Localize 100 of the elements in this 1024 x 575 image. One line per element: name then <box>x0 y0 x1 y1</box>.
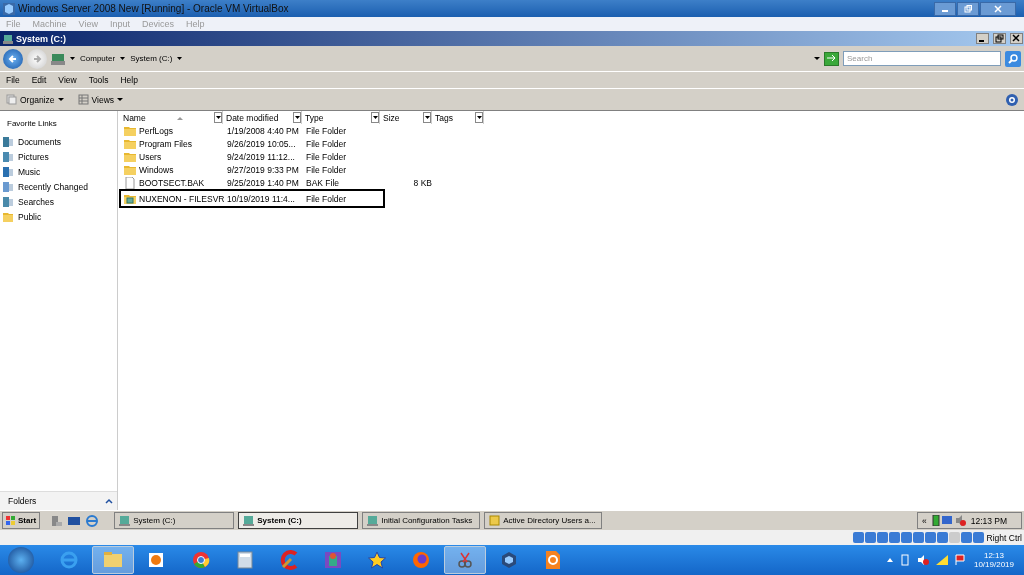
file-row-name[interactable]: Program Files <box>122 137 225 150</box>
clock-time: 12:13 <box>983 551 1004 560</box>
search-button[interactable] <box>1005 50 1021 67</box>
sidebar-title: Favorite Links <box>6 118 58 130</box>
table-cell-text: 9/26/2019 10:05... <box>226 138 297 149</box>
file-row-name[interactable]: BOOTSECT.BAK <box>122 176 225 189</box>
back-button[interactable] <box>3 48 23 69</box>
pages-icon <box>6 94 17 105</box>
close-icon <box>994 4 1002 13</box>
table-cell-text: File Folder <box>305 125 348 136</box>
server-manager-icon <box>50 514 63 527</box>
clock-date: 10/19/2019 <box>973 560 1014 569</box>
caret-icon <box>372 115 378 120</box>
folder-icon <box>124 137 136 150</box>
column-dropdown[interactable] <box>214 112 222 123</box>
caret-icon <box>215 115 221 120</box>
restore-button[interactable] <box>993 33 1006 44</box>
refresh-button[interactable] <box>824 51 839 66</box>
menu-item[interactable]: Help <box>120 75 138 85</box>
start-orb[interactable] <box>8 547 34 573</box>
sidebar-label: Recently Changed <box>18 181 88 192</box>
restore-icon <box>995 34 1004 43</box>
folder-icon <box>124 163 136 176</box>
file-name: BOOTSECT.BAK <box>139 177 205 188</box>
caret-icon <box>57 97 64 102</box>
help-button[interactable] <box>1006 93 1018 106</box>
column-label: Type <box>305 112 324 123</box>
sidebar-item[interactable]: Searches <box>0 194 117 209</box>
tray-clock: 12:13 PM <box>970 515 1008 526</box>
sidebar-label: Searches <box>18 196 54 207</box>
window-icon <box>243 515 255 526</box>
menu-item[interactable]: Edit <box>31 75 47 85</box>
back-arrow-icon <box>8 53 18 64</box>
taskbar-button[interactable]: System (C:) <box>114 512 235 529</box>
window-icon <box>367 515 379 526</box>
folder-icon <box>103 550 123 570</box>
file-row-name[interactable]: NUXENON - FILESVR <box>122 192 225 205</box>
window-icon <box>119 515 131 526</box>
file-row-name[interactable]: Windows <box>122 163 225 176</box>
folder-icon <box>124 124 136 137</box>
sidebar-label: Public <box>18 211 42 222</box>
clock[interactable]: 12:13 10/19/2019 <box>973 551 1014 569</box>
column-label: Name <box>123 112 146 123</box>
round-browser-icon <box>191 550 211 570</box>
caret-icon <box>294 115 300 120</box>
table-cell-text: 10/19/2019 11:4... <box>226 193 296 204</box>
caret-icon <box>120 56 126 61</box>
organize-menu[interactable]: Organize <box>20 94 55 105</box>
column-header[interactable]: Name <box>120 111 223 124</box>
folders-toggle[interactable]: Folders <box>8 496 37 506</box>
taskbar-button[interactable]: Initial Configuration Tasks <box>362 512 481 529</box>
column-dropdown[interactable] <box>293 112 301 123</box>
file-row-name[interactable]: Users <box>122 150 225 163</box>
taskbar-button[interactable]: System (C:) <box>238 512 359 529</box>
sidebar-item[interactable]: Public <box>0 209 117 224</box>
tray-expand-button[interactable]: « <box>922 515 927 526</box>
grid-icon <box>77 94 89 105</box>
taskbar-button[interactable]: Active Directory Users a... <box>484 512 603 529</box>
start-button[interactable]: Start <box>2 512 41 529</box>
table-cell-text: File Folder <box>305 138 348 149</box>
forward-arrow-icon <box>32 53 42 64</box>
column-header[interactable]: Date modified <box>223 111 302 124</box>
sidebar-item[interactable]: Documents <box>0 134 117 149</box>
console-icon <box>68 514 81 527</box>
window-title: System (C:) <box>16 33 67 44</box>
sidebar-label: Pictures <box>18 151 49 162</box>
column-header[interactable]: Type <box>302 111 380 124</box>
file-row-name[interactable]: PerfLogs <box>122 124 225 137</box>
breadcrumb[interactable]: Computer <box>80 54 116 63</box>
note-icon <box>489 515 501 526</box>
column-dropdown[interactable] <box>475 112 483 123</box>
table-cell-text: 8 KB <box>412 177 433 188</box>
search-field[interactable]: Search <box>843 51 1001 66</box>
column-dropdown[interactable] <box>371 112 379 123</box>
shared-folder-icon <box>124 192 136 205</box>
column-dropdown[interactable] <box>423 112 431 123</box>
minimize-button[interactable] <box>976 33 989 44</box>
menu-item[interactable]: View <box>58 75 77 85</box>
menu-item[interactable]: File <box>6 75 20 85</box>
views-menu[interactable]: Views <box>91 94 115 105</box>
caret-icon <box>177 56 183 61</box>
sidebar-item[interactable]: Music <box>0 164 117 179</box>
sidebar-item[interactable]: Pictures <box>0 149 117 164</box>
search-icon <box>1008 53 1018 64</box>
breadcrumb[interactable]: System (C:) <box>130 54 173 63</box>
table-cell-text: BAK File <box>305 177 341 188</box>
column-header[interactable]: Size <box>380 111 432 124</box>
column-header[interactable]: Tags <box>432 111 484 124</box>
menu-item[interactable]: Tools <box>88 75 109 85</box>
restore-button[interactable] <box>957 1 979 16</box>
taskbar-app-button[interactable] <box>444 546 486 574</box>
browser-e-icon <box>59 550 79 570</box>
close-button[interactable] <box>1010 33 1023 44</box>
sidebar-item[interactable]: Recently Changed <box>0 179 117 194</box>
caret-icon <box>117 97 124 102</box>
browser-e-icon <box>86 514 99 527</box>
dropdown-caret-icon <box>814 56 820 61</box>
table-cell-text: File Folder <box>305 164 348 175</box>
file-icon <box>124 176 136 189</box>
table-cell-text: 9/24/2019 11:12... <box>226 151 296 162</box>
